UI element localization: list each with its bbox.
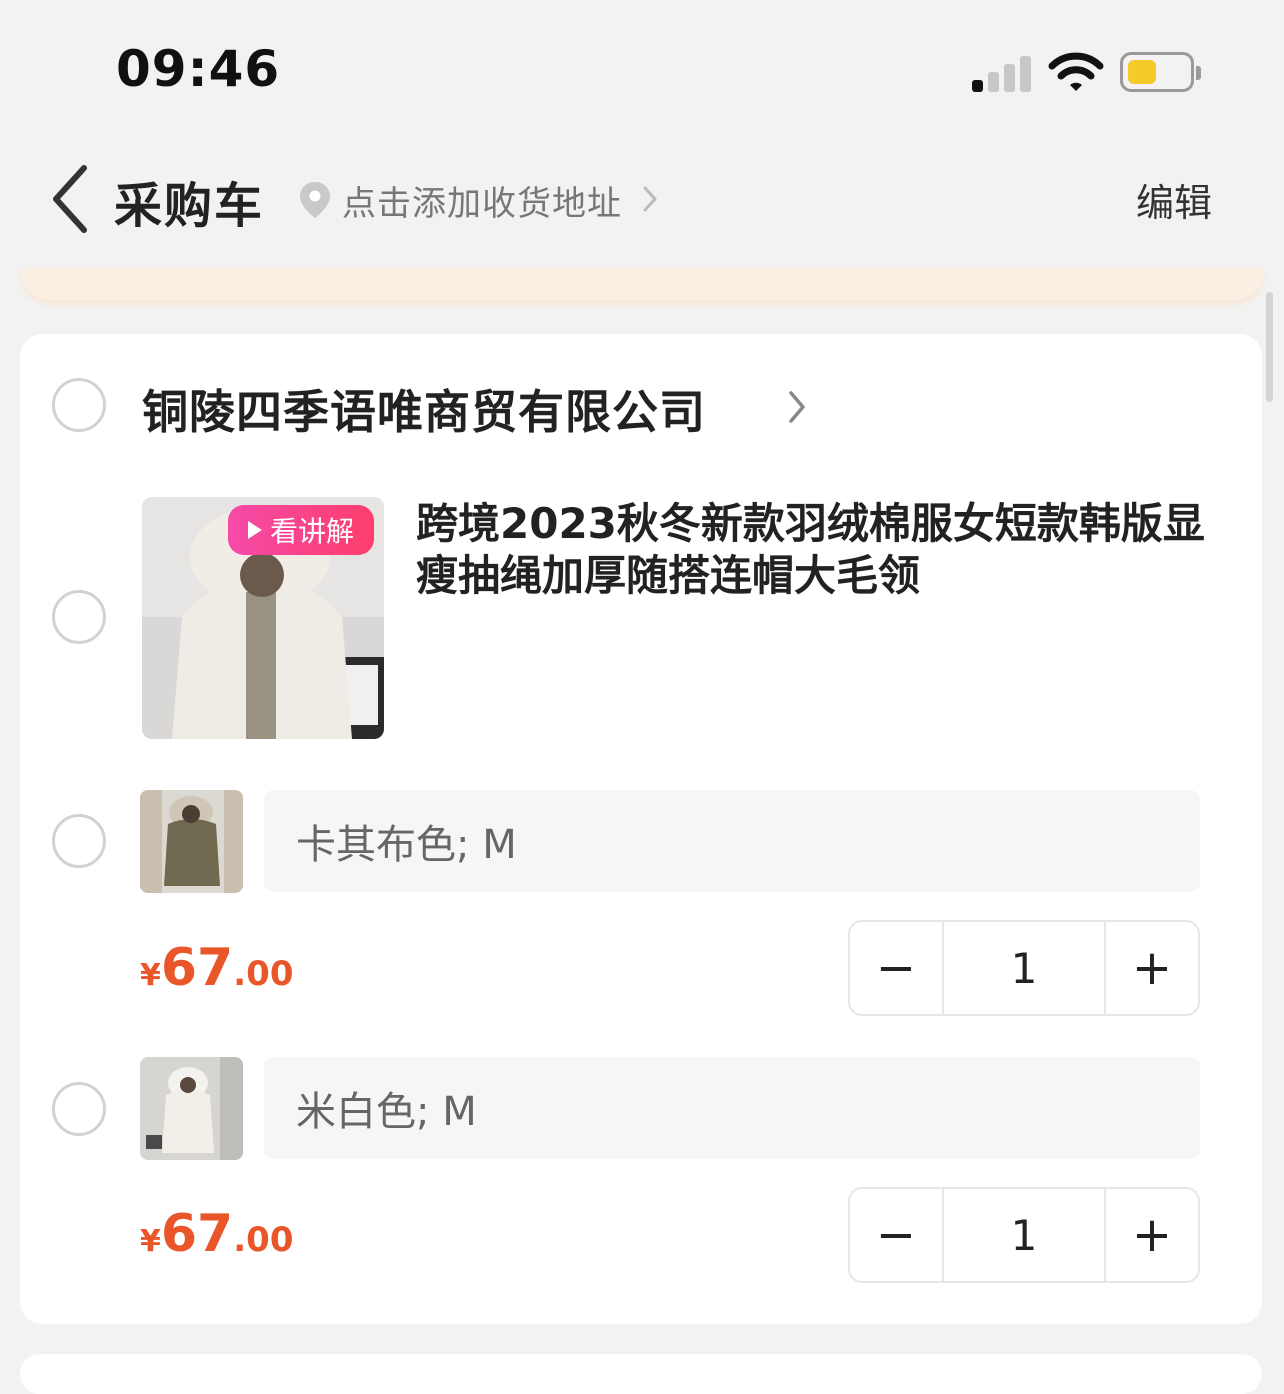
notice-strip <box>20 268 1264 300</box>
product-select-radio[interactable] <box>52 590 106 644</box>
price-decimal: .00 <box>233 954 294 994</box>
sku-price: ¥67.00 <box>140 938 293 998</box>
quantity-stepper: − 1 + <box>848 1187 1200 1283</box>
address-prompt[interactable]: 点击添加收货地址 <box>342 176 622 225</box>
price-currency: ¥ <box>140 958 161 993</box>
back-icon[interactable] <box>48 164 92 234</box>
signal-icon <box>972 56 1034 92</box>
sku-select-radio[interactable] <box>52 1082 106 1136</box>
chevron-right-icon[interactable] <box>786 388 808 426</box>
next-store-card <box>20 1354 1262 1394</box>
quantity-stepper: − 1 + <box>848 920 1200 1016</box>
decrease-button[interactable]: − <box>850 1189 942 1281</box>
status-time: 09:46 <box>116 40 281 98</box>
battery-icon <box>1120 52 1201 92</box>
sku-variant-selector[interactable]: 米白色; M <box>264 1057 1200 1159</box>
price-currency: ¥ <box>140 1224 161 1259</box>
price-decimal: .00 <box>233 1220 294 1260</box>
sku-price: ¥67.00 <box>140 1204 293 1264</box>
quantity-input[interactable]: 1 <box>942 1189 1106 1281</box>
play-icon <box>247 521 262 539</box>
store-name[interactable]: 铜陵四季语唯商贸有限公司 <box>142 376 706 442</box>
battery-level <box>1128 60 1156 84</box>
chevron-right-icon[interactable] <box>640 184 660 214</box>
edit-button[interactable]: 编辑 <box>1136 172 1212 227</box>
sku-image[interactable] <box>140 1057 243 1160</box>
price-integer: 67 <box>160 1204 234 1264</box>
product-title[interactable]: 跨境2023秋冬新款羽绒棉服女短款韩版显瘦抽绳加厚随搭连帽大毛领 <box>416 498 1236 602</box>
quantity-input[interactable]: 1 <box>942 922 1106 1014</box>
sku-variant-selector[interactable]: 卡其布色; M <box>264 790 1200 892</box>
scrollbar[interactable] <box>1266 292 1273 402</box>
wifi-icon <box>1048 52 1104 91</box>
sku-image[interactable] <box>140 790 243 893</box>
price-integer: 67 <box>160 938 234 998</box>
location-pin-icon[interactable] <box>298 180 332 220</box>
increase-button[interactable]: + <box>1106 1189 1198 1281</box>
live-explain-badge[interactable]: 看讲解 <box>228 505 374 555</box>
increase-button[interactable]: + <box>1106 922 1198 1014</box>
store-select-radio[interactable] <box>52 378 106 432</box>
sku-select-radio[interactable] <box>52 814 106 868</box>
live-badge-label: 看讲解 <box>269 515 354 548</box>
decrease-button[interactable]: − <box>850 922 942 1014</box>
page-title: 采购车 <box>114 178 265 234</box>
